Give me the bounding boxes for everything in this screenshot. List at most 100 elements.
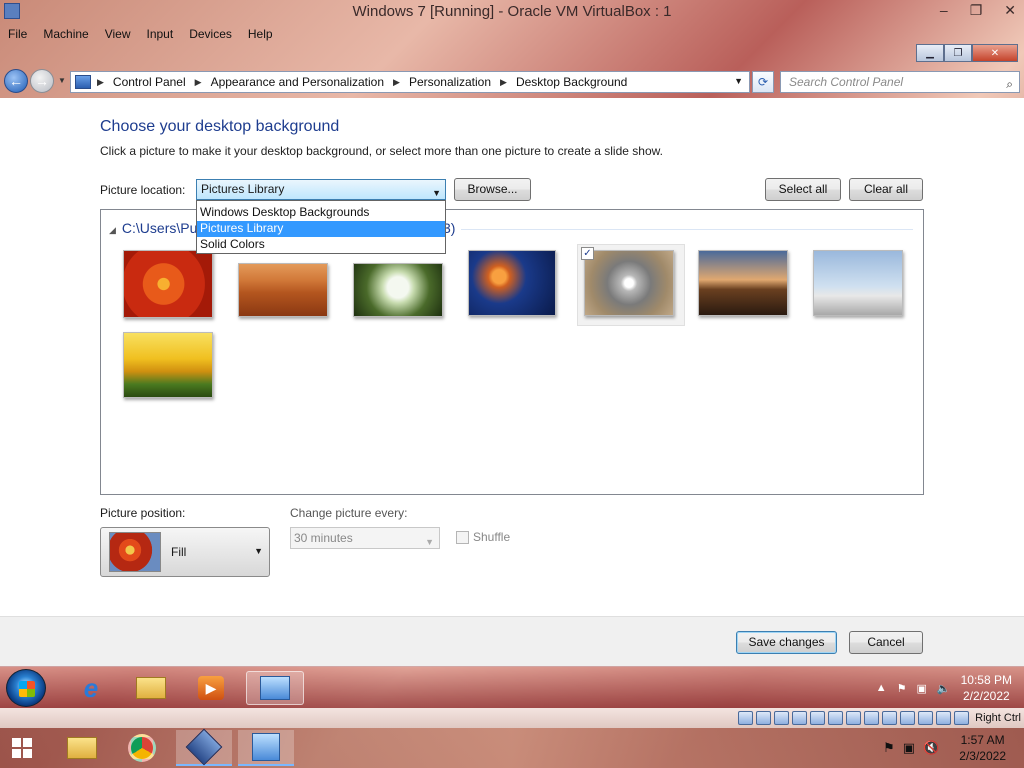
change-interval-label: Change picture every:	[290, 506, 408, 520]
vbox-minimize-button[interactable]: –	[940, 2, 948, 19]
usb-icon[interactable]	[810, 711, 826, 725]
wallpaper-thumbnail[interactable]	[238, 263, 328, 317]
menu-devices[interactable]: Devices	[181, 24, 240, 44]
save-changes-button[interactable]: Save changes	[736, 631, 837, 654]
page-footer: Save changes Cancel	[0, 616, 1024, 666]
guest-clock[interactable]: 10:58 PM 2/2/2022	[961, 672, 1012, 704]
media-player-icon[interactable]: ▶	[182, 671, 240, 705]
wallpaper-thumbnail[interactable]	[813, 250, 903, 316]
host-volume-muted-icon[interactable]: 🔇	[923, 740, 939, 756]
address-dropdown-icon[interactable]: ▼	[734, 76, 743, 86]
location-option-solid-colors[interactable]: Solid Colors	[197, 237, 445, 253]
display-icon[interactable]	[846, 711, 862, 725]
mouse-integration-icon[interactable]	[882, 711, 898, 725]
guest-time: 10:58 PM	[960, 673, 1012, 687]
volume-icon[interactable]: 🔈	[937, 682, 951, 695]
host-time: 1:57 AM	[960, 733, 1005, 747]
breadcrumb-separator-icon[interactable]: ▶	[500, 77, 507, 88]
address-bar[interactable]: ▶ Control Panel ▶ Appearance and Persona…	[70, 71, 750, 93]
hard-disk-icon[interactable]	[738, 711, 754, 725]
show-hidden-icons-icon[interactable]: ▲	[876, 682, 887, 694]
search-input[interactable]: Search Control Panel ⌕	[780, 71, 1020, 93]
network-icon[interactable]: ▣	[917, 682, 927, 695]
explorer-close-button[interactable]: ✕	[972, 44, 1018, 62]
breadcrumb-separator-icon[interactable]: ▶	[97, 77, 104, 88]
address-row: ← → ▼ ▶ Control Panel ▶ Appearance and P…	[0, 66, 1024, 98]
guest-taskbar: e ▶ ▲ ⚑ ▣ 🔈 10:58 PM 2/2/2022	[0, 666, 1024, 708]
shared-folders-icon[interactable]	[828, 711, 844, 725]
refresh-icon[interactable]: ⟳	[752, 71, 774, 93]
breadcrumb-personalization[interactable]: Personalization	[409, 75, 491, 89]
breadcrumb-appearance[interactable]: Appearance and Personalization	[211, 75, 384, 89]
windows-start-icon[interactable]	[12, 738, 32, 758]
vbox-status-bar: Right Ctrl	[0, 708, 1024, 728]
chevron-down-icon: ▼	[425, 537, 434, 547]
search-icon[interactable]: ⌕	[1006, 74, 1013, 94]
host-taskbar: ⚑ ▣ 🔇 1:57 AM 2/3/2022	[0, 728, 1024, 768]
internet-explorer-icon[interactable]: e	[62, 671, 120, 705]
breadcrumb-desktop-background[interactable]: Desktop Background	[516, 75, 627, 89]
picture-location-select[interactable]: Pictures Library ▼	[196, 179, 446, 200]
select-all-button[interactable]: Select all	[765, 178, 841, 201]
menu-input[interactable]: Input	[139, 24, 182, 44]
host-flag-icon[interactable]: ⚑	[883, 740, 895, 756]
shuffle-checkbox[interactable]	[456, 530, 469, 544]
change-interval-select[interactable]: 30 minutes ▼	[290, 527, 440, 549]
wallpaper-thumbnail[interactable]	[123, 250, 213, 318]
explorer-maximize-button[interactable]: ❐	[944, 44, 972, 62]
location-option-windows-backgrounds[interactable]: Windows Desktop Backgrounds	[197, 205, 445, 221]
cancel-button[interactable]: Cancel	[849, 631, 923, 654]
breadcrumb-control-panel[interactable]: Control Panel	[113, 75, 186, 89]
optical-drive-icon[interactable]	[756, 711, 772, 725]
menu-machine[interactable]: Machine	[35, 24, 96, 44]
keyboard-capture-icon[interactable]	[954, 711, 970, 725]
guest-additions-icon[interactable]	[936, 711, 952, 725]
audio-icon[interactable]	[774, 711, 790, 725]
picture-position-select[interactable]: Fill ▼	[100, 527, 270, 577]
control-panel-task-icon[interactable]	[246, 671, 304, 705]
recent-pages-chevron-icon[interactable]: ▼	[58, 76, 66, 85]
shuffle-option[interactable]: Shuffle	[456, 530, 510, 544]
network-adapter-icon[interactable]	[792, 711, 808, 725]
group-header[interactable]: ◢ C:\Users\Pu	[109, 220, 197, 236]
wallpaper-thumbnail[interactable]	[468, 250, 556, 316]
wallpaper-thumbnail[interactable]	[698, 250, 788, 316]
chrome-icon[interactable]	[114, 730, 170, 766]
cpu-icon[interactable]	[900, 711, 916, 725]
vbox-window-title: Windows 7 [Running] - Oracle VM VirtualB…	[352, 3, 672, 20]
picture-location-value: Pictures Library	[201, 182, 285, 196]
host-network-icon[interactable]: ▣	[903, 740, 915, 756]
action-center-flag-icon[interactable]: ⚑	[897, 682, 907, 695]
position-preview-image	[109, 532, 161, 572]
page-title: Choose your desktop background	[100, 118, 340, 135]
guest-date: 2/2/2022	[962, 689, 1010, 703]
thumbnail-checkbox[interactable]: ✓	[581, 247, 594, 260]
clear-all-button[interactable]: Clear all	[849, 178, 923, 201]
wallpaper-thumbnail[interactable]	[353, 263, 443, 317]
breadcrumb-separator-icon[interactable]: ▶	[393, 77, 400, 88]
file-explorer-icon[interactable]	[122, 671, 180, 705]
explorer-minimize-button[interactable]: ▁	[916, 44, 944, 62]
wallpaper-thumbnail[interactable]	[123, 332, 213, 398]
start-orb-icon[interactable]	[6, 669, 46, 707]
wallpaper-thumbnail[interactable]	[584, 250, 674, 316]
picture-position-label: Picture position:	[100, 506, 186, 520]
collapse-triangle-icon[interactable]: ◢	[109, 225, 116, 235]
virtualbox-taskbar-icon[interactable]	[176, 728, 232, 766]
recording-icon[interactable]	[864, 711, 880, 725]
menu-help[interactable]: Help	[240, 24, 281, 44]
vbox-close-button[interactable]: ✕	[1004, 2, 1016, 19]
host-clock[interactable]: 1:57 AM 2/3/2022	[959, 732, 1006, 764]
browse-button[interactable]: Browse...	[454, 178, 531, 201]
menu-file[interactable]: File	[0, 24, 35, 44]
vt-x-icon[interactable]	[918, 711, 934, 725]
host-file-explorer-icon[interactable]	[54, 730, 110, 766]
picture-location-dropdown: Windows Desktop Backgrounds Pictures Lib…	[196, 200, 446, 254]
menu-view[interactable]: View	[97, 24, 139, 44]
location-option-pictures-library[interactable]: Pictures Library	[197, 221, 445, 237]
forward-arrow-icon[interactable]: →	[30, 69, 54, 93]
vbox-restore-button[interactable]: ❐	[970, 2, 983, 19]
breadcrumb-separator-icon[interactable]: ▶	[195, 77, 202, 88]
vm-session-taskbar-icon[interactable]	[238, 730, 294, 766]
back-arrow-icon[interactable]: ←	[4, 69, 28, 93]
